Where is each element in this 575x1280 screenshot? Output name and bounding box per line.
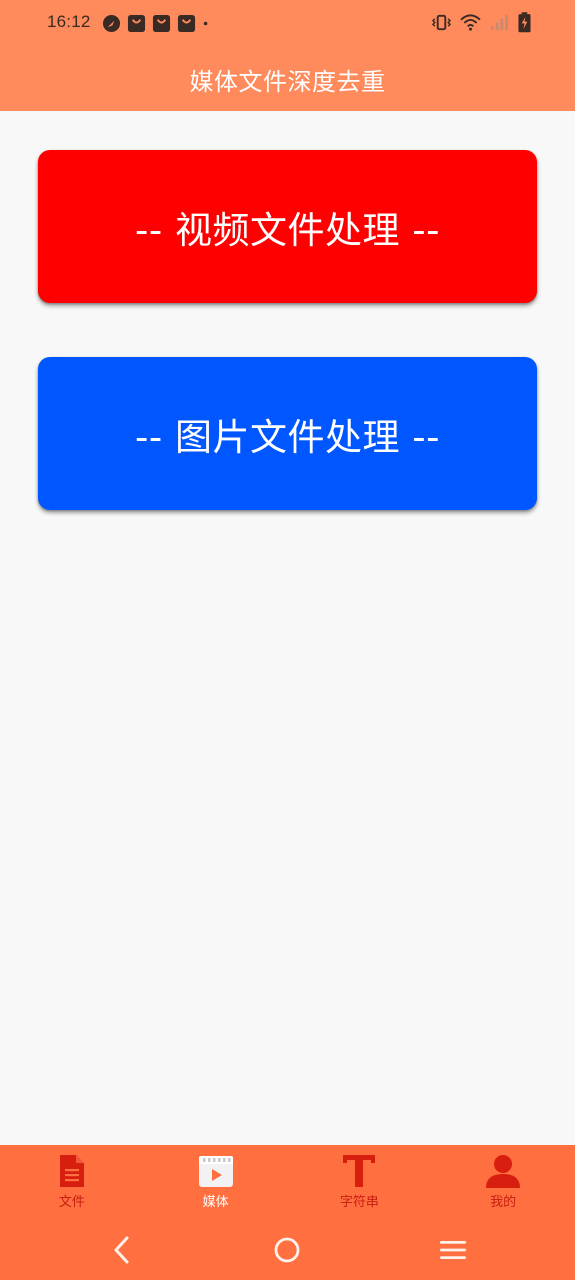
vibrate-icon — [431, 14, 452, 31]
home-icon[interactable] — [270, 1233, 304, 1267]
wifi-icon — [460, 14, 481, 31]
text-t-icon — [343, 1155, 376, 1187]
shopping-bag-icon — [177, 14, 196, 33]
bottom-navigation: 文件 媒体 字符串 我的 — [0, 1145, 575, 1217]
nav-label: 媒体 — [202, 1195, 229, 1210]
battery-charging-icon — [518, 12, 531, 33]
shopping-bag-icon — [152, 14, 171, 33]
video-clapper-icon — [198, 1156, 233, 1187]
nav-label: 文件 — [58, 1195, 85, 1210]
back-icon[interactable] — [105, 1233, 139, 1267]
nav-item-string[interactable]: 字符串 — [288, 1145, 432, 1217]
nav-item-media[interactable]: 媒体 — [144, 1145, 288, 1217]
navigation-icon — [102, 14, 121, 33]
nav-item-file[interactable]: 文件 — [0, 1145, 144, 1217]
document-icon — [59, 1155, 84, 1187]
status-time: 16:12 — [47, 12, 91, 31]
system-navigation-bar — [0, 1217, 575, 1280]
person-icon — [486, 1155, 521, 1188]
status-system-icons — [431, 12, 531, 33]
nav-item-mine[interactable]: 我的 — [431, 1145, 575, 1217]
nav-label: 我的 — [490, 1195, 517, 1210]
app-header: 16:12 媒体文件深度去重 — [0, 0, 575, 111]
video-processing-button[interactable]: -- 视频文件处理 -- — [38, 150, 537, 303]
status-bar: 16:12 — [0, 0, 575, 46]
shopping-bag-icon — [127, 14, 146, 33]
menu-icon[interactable] — [436, 1233, 470, 1267]
image-processing-button[interactable]: -- 图片文件处理 -- — [38, 357, 537, 510]
status-notification-icons — [102, 14, 214, 33]
page-title: 媒体文件深度去重 — [189, 68, 386, 96]
signal-icon — [490, 14, 509, 31]
nav-label: 字符串 — [339, 1195, 379, 1210]
dot-icon — [203, 21, 208, 26]
